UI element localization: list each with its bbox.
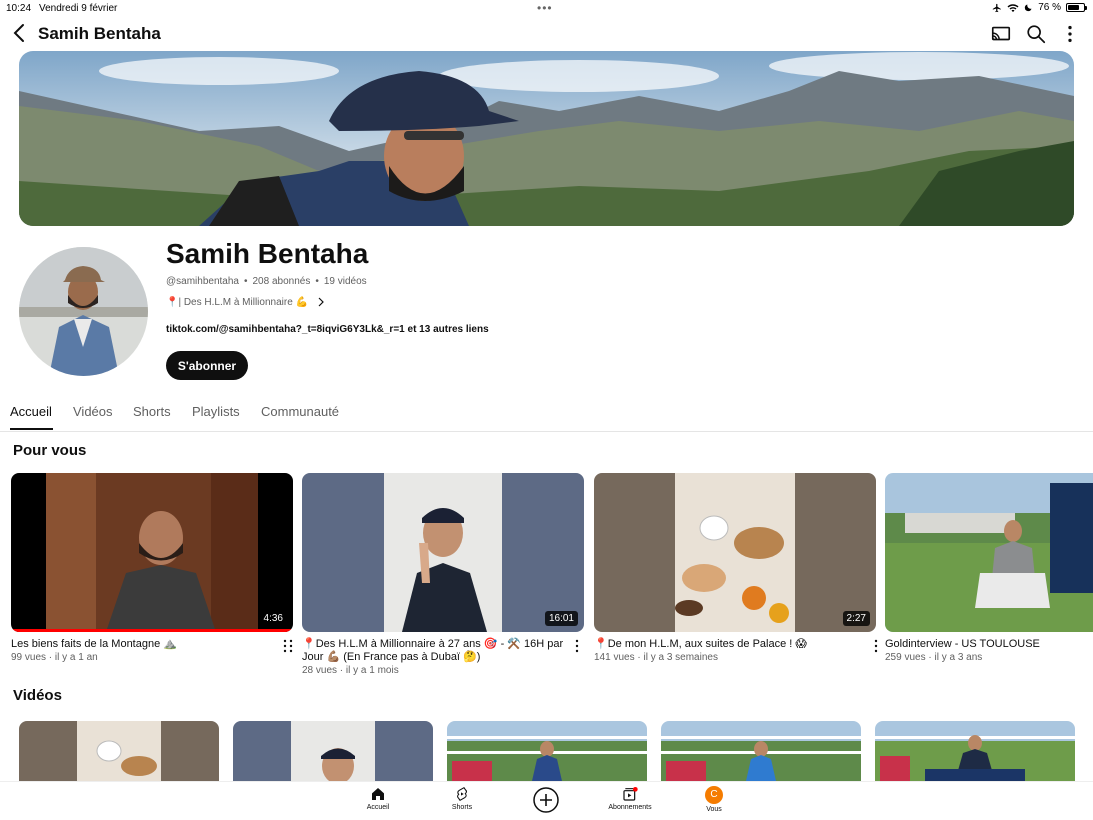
video-thumbnail[interactable]: [447, 721, 647, 781]
channel-banner: [19, 51, 1074, 226]
airplane-icon: [993, 3, 1001, 12]
active-tab-indicator: [10, 428, 53, 430]
more-vertical-icon[interactable]: [873, 639, 879, 653]
video-duration: 2:27: [842, 611, 870, 626]
video-thumbnail[interactable]: [875, 721, 1075, 781]
video-duration: 16:01: [544, 611, 578, 626]
video-thumbnail[interactable]: [661, 721, 861, 781]
shorts-icon: [457, 786, 467, 802]
video-duration: 4:36: [259, 611, 287, 626]
tab-communaute[interactable]: Communauté: [261, 404, 339, 419]
tab-videos[interactable]: Vidéos: [73, 404, 113, 419]
cast-icon[interactable]: [990, 23, 1012, 45]
nav-item-subscriptions[interactable]: Abonnements: [600, 786, 660, 811]
video-thumbnail[interactable]: [885, 473, 1093, 632]
bottom-navigation: Accueil Shorts Abonnements C Vous: [0, 781, 1093, 820]
battery-percent: 76 %: [1038, 2, 1061, 13]
section-title-videos: Vidéos: [13, 687, 62, 704]
top-app-bar: Samih Bentaha: [0, 20, 1093, 48]
create-icon: [533, 787, 559, 813]
moon-icon: [1025, 4, 1032, 12]
home-icon: [372, 788, 384, 800]
user-avatar: C: [705, 786, 723, 804]
status-right: 76 %: [992, 2, 1087, 13]
video-meta: 141 vues · il y a 3 semaines: [594, 652, 718, 663]
channel-handle: @samihbentaha: [166, 276, 239, 287]
tab-accueil[interactable]: Accueil: [10, 404, 52, 419]
video-title[interactable]: 📍Des H.L.M à Millionnaire à 27 ans 🎯 - ⚒…: [302, 638, 572, 664]
nav-item-create[interactable]: [516, 787, 576, 813]
video-meta: 99 vues · il y a 1 an: [11, 652, 98, 663]
channel-name: Samih Bentaha: [166, 238, 369, 269]
video-title[interactable]: 📍De mon H.L.M, aux suites de Palace ! 😱: [594, 638, 864, 651]
status-bar: 10:24 Vendredi 9 février ••• 76 %: [0, 0, 1093, 16]
tab-playlists[interactable]: Playlists: [192, 404, 240, 419]
status-time: 10:24: [6, 3, 32, 14]
video-thumbnail[interactable]: 2:27: [594, 473, 876, 632]
more-vertical-icon[interactable]: [288, 639, 294, 653]
description-text: 📍| Des H.L.M à Millionnaire 💪: [166, 296, 308, 308]
multitasking-dots-icon[interactable]: •••: [537, 1, 553, 15]
tab-shorts[interactable]: Shorts: [133, 404, 171, 419]
search-icon[interactable]: [1025, 23, 1047, 45]
nav-item-you[interactable]: C Vous: [684, 786, 744, 813]
back-arrow-icon[interactable]: [10, 22, 30, 44]
watch-progress-bar: [11, 629, 293, 632]
header-title: Samih Bentaha: [38, 24, 161, 43]
nav-label: Accueil: [366, 804, 390, 811]
more-vertical-icon[interactable]: [282, 639, 288, 653]
status-date: Vendredi 9 février: [39, 3, 118, 14]
video-count: 19 vidéos: [323, 276, 367, 287]
channel-links[interactable]: tiktok.com/@samihbentaha?_t=8iqviG6Y3Lk&…: [166, 324, 489, 335]
video-meta: 28 vues · il y a 1 mois: [302, 665, 399, 676]
channel-description[interactable]: 📍| Des H.L.M à Millionnaire 💪: [166, 296, 326, 308]
nav-label: Vous: [706, 806, 722, 813]
video-thumbnail[interactable]: 16:01: [302, 473, 584, 632]
nav-label: Shorts: [451, 804, 473, 811]
channel-avatar[interactable]: [19, 247, 148, 376]
video-thumbnail[interactable]: [233, 721, 433, 781]
channel-tabs: Accueil Vidéos Shorts Playlists Communau…: [0, 398, 1093, 432]
subscriber-count: 208 abonnés: [252, 276, 311, 287]
more-vertical-icon[interactable]: [1059, 23, 1081, 45]
nav-item-shorts[interactable]: Shorts: [432, 786, 492, 811]
video-title[interactable]: Goldinterview - US TOULOUSE: [885, 638, 1093, 651]
section-title-for-you: Pour vous: [13, 442, 87, 459]
nav-label: Abonnements: [608, 804, 652, 811]
video-thumbnail[interactable]: 4:36: [11, 473, 293, 632]
nav-item-home[interactable]: Accueil: [348, 786, 408, 811]
chevron-right-icon: [318, 297, 324, 307]
subscriptions-icon: [623, 787, 638, 801]
video-title[interactable]: Les biens faits de la Montagne ⛰️: [11, 638, 281, 651]
more-vertical-icon[interactable]: [574, 639, 580, 653]
video-meta: 259 vues · il y a 3 ans: [885, 652, 983, 663]
meta-separator: •: [243, 276, 248, 287]
wifi-icon: [1007, 3, 1019, 12]
video-thumbnail[interactable]: [19, 721, 219, 781]
battery-icon: [1066, 3, 1087, 12]
channel-meta: @samihbentaha • 208 abonnés • 19 vidéos: [166, 276, 367, 287]
subscribe-button[interactable]: S'abonner: [166, 351, 248, 380]
meta-separator: •: [315, 276, 319, 287]
